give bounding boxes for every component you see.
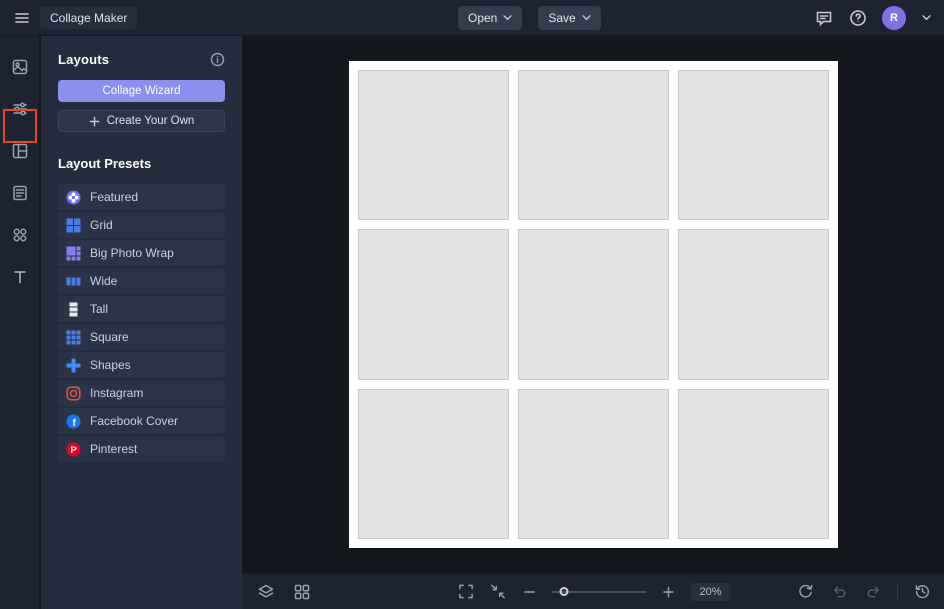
undo-icon[interactable] xyxy=(829,582,849,602)
shapes-icon xyxy=(66,358,81,373)
preset-shapes[interactable]: Shapes xyxy=(58,352,225,378)
collage-cell[interactable] xyxy=(518,229,669,379)
toolbar-divider xyxy=(897,584,898,600)
zoom-slider[interactable] xyxy=(551,585,646,599)
collage-cell[interactable] xyxy=(518,70,669,220)
rail-text-icon[interactable] xyxy=(6,263,34,291)
preset-featured[interactable]: Featured xyxy=(58,184,225,210)
layers-icon[interactable] xyxy=(256,582,276,602)
collage-cell[interactable] xyxy=(518,389,669,539)
collage-cell[interactable] xyxy=(678,229,829,379)
chevron-down-icon xyxy=(582,15,591,21)
canvas-area xyxy=(242,36,944,573)
avatar[interactable]: R xyxy=(882,6,906,30)
collage-wizard-button[interactable]: Collage Wizard xyxy=(58,80,225,102)
account-chevron-icon[interactable] xyxy=(920,8,932,28)
zoom-level: 20% xyxy=(690,583,730,601)
save-button[interactable]: Save xyxy=(538,6,600,30)
wrap-icon xyxy=(66,246,81,261)
collage-maker-app: Collage Maker Open Save R xyxy=(0,0,944,609)
feedback-icon[interactable] xyxy=(814,8,834,28)
open-button[interactable]: Open xyxy=(458,6,522,30)
help-icon[interactable] xyxy=(848,8,868,28)
panel-title: Layouts xyxy=(58,52,109,67)
redo-icon[interactable] xyxy=(863,582,883,602)
rotate-canvas-icon[interactable] xyxy=(795,582,815,602)
preset-tall[interactable]: Tall xyxy=(58,296,225,322)
zoom-in-icon[interactable] xyxy=(658,582,678,602)
wide-icon xyxy=(66,274,81,289)
create-your-own-button[interactable]: Create Your Own xyxy=(58,110,225,132)
square-icon xyxy=(66,330,81,345)
collage-cell[interactable] xyxy=(678,389,829,539)
preset-pinterest[interactable]: P Pinterest xyxy=(58,436,225,462)
layouts-panel: Layouts Collage Wizard Create Your Own L… xyxy=(41,36,242,609)
chevron-down-icon xyxy=(503,15,512,21)
presets-title: Layout Presets xyxy=(58,156,225,171)
plus-icon xyxy=(89,116,100,127)
collage-cell[interactable] xyxy=(678,70,829,220)
collage-cell[interactable] xyxy=(358,229,509,379)
preset-facebook-cover[interactable]: f Facebook Cover xyxy=(58,408,225,434)
rail-graphics-icon[interactable] xyxy=(6,221,34,249)
preset-grid[interactable]: Grid xyxy=(58,212,225,238)
preset-square[interactable]: Square xyxy=(58,324,225,350)
fit-to-screen-icon[interactable] xyxy=(455,582,475,602)
preset-list: Featured Grid Big Photo Wrap Wide xyxy=(58,184,225,462)
history-icon[interactable] xyxy=(912,582,932,602)
topbar-actions: Open Save xyxy=(458,6,601,30)
rail-edit-icon[interactable] xyxy=(6,95,34,123)
preset-wide[interactable]: Wide xyxy=(58,268,225,294)
collage-cell[interactable] xyxy=(358,70,509,220)
zoom-out-icon[interactable] xyxy=(519,582,539,602)
rail-layouts-icon[interactable] xyxy=(6,137,34,165)
fill-screen-icon[interactable] xyxy=(487,582,507,602)
pinterest-icon: P xyxy=(66,442,81,457)
topbar-right: R xyxy=(814,6,944,30)
collage-cell[interactable] xyxy=(358,389,509,539)
app-title: Collage Maker xyxy=(40,7,137,29)
hamburger-menu-icon[interactable] xyxy=(12,8,32,28)
tool-rail xyxy=(0,36,40,609)
rail-templates-icon[interactable] xyxy=(6,179,34,207)
collage-canvas xyxy=(349,61,838,548)
preset-instagram[interactable]: Instagram xyxy=(58,380,225,406)
grid-icon xyxy=(66,218,81,233)
zoom-handle[interactable] xyxy=(559,587,568,596)
facebook-icon: f xyxy=(66,414,81,429)
grid-view-icon[interactable] xyxy=(292,582,312,602)
tall-icon xyxy=(66,302,81,317)
featured-icon xyxy=(66,190,81,205)
rail-photo-manager-icon[interactable] xyxy=(6,53,34,81)
preset-big-photo-wrap[interactable]: Big Photo Wrap xyxy=(58,240,225,266)
bottom-toolbar: 20% xyxy=(242,573,944,609)
svg-text:P: P xyxy=(70,445,77,456)
instagram-icon xyxy=(66,386,81,401)
info-icon[interactable] xyxy=(209,51,225,67)
topbar: Collage Maker Open Save R xyxy=(0,0,944,36)
